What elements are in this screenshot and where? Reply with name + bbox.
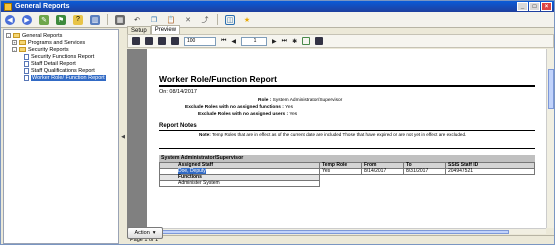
folder-icon <box>13 33 20 38</box>
folder-icon <box>19 47 26 52</box>
viewer-toolbar: 100 ⏮ ◀ 1 ▶ ⏭ ✱ <box>127 34 554 48</box>
pane-splitter[interactable]: ◀ <box>119 29 127 244</box>
title-rule <box>159 85 535 87</box>
first-page-icon[interactable]: ⏮ <box>221 38 226 45</box>
param-exclude-users: Exclude Roles with no assigned users : Y… <box>198 112 297 117</box>
report-icon <box>24 67 29 74</box>
maximize-button[interactable]: □ <box>529 2 540 11</box>
refresh-icon[interactable] <box>302 37 311 45</box>
report-notes-heading: Report Notes <box>159 123 197 129</box>
action-button-label: Action <box>134 230 150 236</box>
tree-item-staff-qualifications-report[interactable]: Staff Qualifications Report <box>6 67 116 74</box>
report-tree: - General Reports + Programs and Service… <box>3 29 119 244</box>
report-icon <box>24 74 29 81</box>
link-icon[interactable]: ⤴ <box>200 15 210 25</box>
collapse-icon[interactable]: - <box>6 33 11 38</box>
param-label: Role : <box>258 98 272 103</box>
help-icon[interactable]: ? <box>73 14 83 25</box>
tree-item-label: Staff Qualifications Report <box>31 67 95 74</box>
tree-item-label: General Reports <box>22 32 63 39</box>
note-label: Note: <box>199 132 211 137</box>
notes-rule <box>159 130 535 131</box>
print-icon[interactable] <box>132 37 140 45</box>
minimize-button[interactable]: _ <box>517 2 528 11</box>
param-value: Yes <box>285 105 293 110</box>
report-date: On: 08/14/2017 <box>159 89 197 95</box>
view-icon[interactable]: ◫ <box>225 14 235 25</box>
flag-icon[interactable]: ⚑ <box>56 14 66 25</box>
stop-icon[interactable]: ✱ <box>292 38 297 45</box>
vertical-scrollbar[interactable] <box>546 49 554 228</box>
horizontal-scroll-thumb[interactable] <box>129 230 509 234</box>
param-label: Exclude Roles with no assigned functions… <box>185 105 284 110</box>
window-title: General Reports <box>15 3 70 10</box>
tree-item-programs-and-services[interactable]: + Programs and Services <box>6 39 116 46</box>
chart-icon[interactable]: ▥ <box>90 14 100 25</box>
report-note: Note: Temp Roles that are in effect as o… <box>199 132 466 137</box>
tab-strip: Setup Preview <box>127 25 554 34</box>
export-icon[interactable] <box>158 37 166 45</box>
paste-icon[interactable]: 📋 <box>166 15 176 25</box>
page-status: Page 1 of 1 <box>127 235 554 244</box>
param-value: System Administrator/Supervisor <box>272 98 343 103</box>
tree-item-worker-role-function-report[interactable]: Worker Role/ Function Report <box>6 74 116 81</box>
page-input[interactable]: 1 <box>241 36 268 46</box>
edit-icon[interactable]: ✎ <box>39 14 49 25</box>
title-bar: General Reports _ □ × <box>1 1 554 12</box>
report-icon <box>24 60 29 67</box>
back-icon[interactable]: ◀ <box>5 14 15 25</box>
tree-item-security-functions-report[interactable]: Security Functions Report <box>6 53 116 60</box>
expand-icon[interactable]: + <box>12 40 17 45</box>
note-text: Temp Roles that are in effect as of the … <box>211 132 467 137</box>
toolbar-separator <box>217 14 218 25</box>
zoom-input[interactable]: 100 <box>184 36 216 46</box>
horizontal-scrollbar[interactable] <box>127 228 546 234</box>
app-icon <box>4 2 12 11</box>
forward-icon[interactable]: ▶ <box>22 14 32 25</box>
tree-item-label: Security Functions Report <box>31 53 95 60</box>
tree-item-label: Worker Role/ Function Report <box>31 74 106 81</box>
function-item: Administer System <box>159 180 320 187</box>
close-button[interactable]: × <box>541 2 552 11</box>
folder-icon <box>19 40 26 45</box>
param-label: Exclude Roles with no assigned users : <box>198 112 289 117</box>
copy-icon[interactable]: ❐ <box>149 15 159 25</box>
tree-item-label: Security Reports <box>28 46 69 53</box>
star-icon[interactable]: ★ <box>242 15 252 25</box>
vertical-scroll-thumb[interactable] <box>548 69 554 109</box>
undo-icon[interactable]: ↶ <box>132 15 142 25</box>
tab-preview[interactable]: Preview <box>150 25 181 34</box>
last-page-icon[interactable]: ⏭ <box>282 38 287 45</box>
previous-page-icon[interactable]: ◀ <box>231 38 236 45</box>
chevron-down-icon: ▾ <box>152 230 156 236</box>
tree-item-label: Staff Detail Report <box>31 60 76 67</box>
tab-setup[interactable]: Setup <box>127 26 151 34</box>
action-button[interactable]: Action ▾ <box>127 227 163 239</box>
toolbar-separator <box>107 14 108 25</box>
group-rule <box>159 148 535 149</box>
grid-icon[interactable]: ▦ <box>115 14 125 25</box>
staff-table: Assigned Staff Temp Role From To SSIS St… <box>159 162 535 187</box>
collapse-icon[interactable]: - <box>12 47 17 52</box>
tree-item-staff-detail-report[interactable]: Staff Detail Report <box>6 60 116 67</box>
tree-item-security-reports[interactable]: - Security Reports <box>6 46 116 53</box>
report-title: Worker Role/Function Report <box>159 74 277 84</box>
param-exclude-functions: Exclude Roles with no assigned functions… <box>185 105 293 110</box>
next-page-icon[interactable]: ▶ <box>272 38 277 45</box>
delete-icon[interactable]: ✕ <box>183 15 193 25</box>
group-header: System Administrator/Supervisor <box>159 155 535 162</box>
report-icon <box>24 53 29 60</box>
param-role: Role : System Administrator/Supervisor <box>258 98 342 103</box>
tree-item-label: Programs and Services <box>28 39 86 46</box>
printer-icon[interactable] <box>315 37 324 45</box>
window: General Reports _ □ × ◀ ▶ ✎ ⚑ ? ▥ ▦ ↶ ❐ … <box>0 0 555 245</box>
layout-icon[interactable] <box>171 37 179 45</box>
function-row: Administer System <box>159 180 535 187</box>
save-icon[interactable] <box>145 37 153 45</box>
tree-item-general-reports[interactable]: - General Reports <box>6 32 116 39</box>
param-value: Yes <box>289 112 298 117</box>
collapse-arrow-icon[interactable]: ◀ <box>121 134 125 140</box>
spacer-cell <box>320 181 535 187</box>
